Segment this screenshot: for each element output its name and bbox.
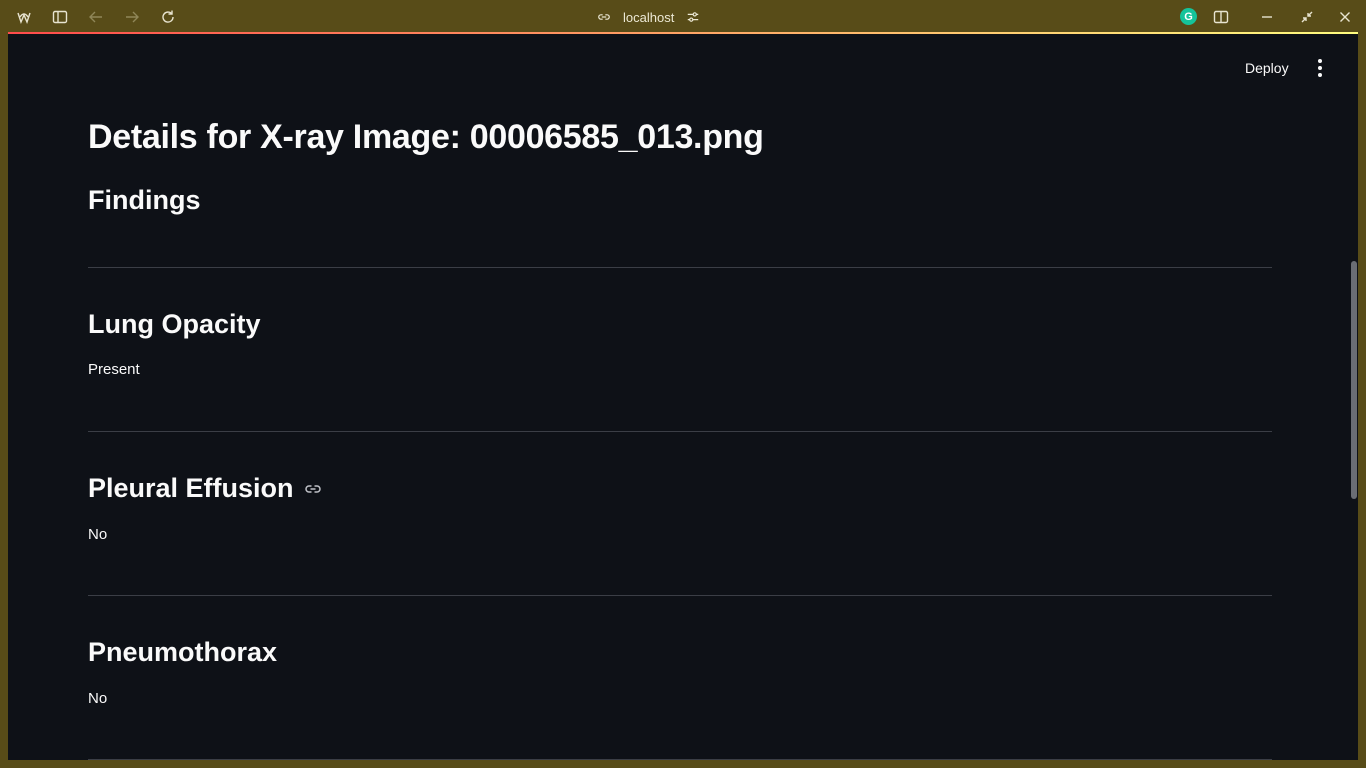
- divider: [88, 759, 1272, 760]
- header-decoration: [8, 32, 1358, 34]
- finding-value-pleural-effusion: No: [88, 526, 108, 543]
- deploy-button[interactable]: Deploy: [1239, 56, 1295, 80]
- finding-name: Pleural Effusion: [88, 473, 294, 503]
- divider: [88, 431, 1272, 432]
- finding-value-lung-opacity: Present: [88, 361, 140, 378]
- divider: [88, 595, 1272, 596]
- streamlit-app: Deploy Details for X-ray Image: 00006585…: [8, 32, 1358, 760]
- address-bar[interactable]: localhost: [597, 5, 700, 29]
- minimize-icon[interactable]: [1255, 5, 1279, 29]
- more-vertical-icon[interactable]: [1310, 56, 1330, 80]
- back-icon[interactable]: [84, 5, 108, 29]
- divider: [88, 267, 1272, 268]
- app-logo-icon[interactable]: [12, 5, 36, 29]
- finding-value-pneumothorax: No: [88, 690, 108, 707]
- grammarly-extension-icon[interactable]: G: [1180, 8, 1197, 25]
- findings-heading: Findings: [88, 185, 201, 215]
- anchor-link-icon[interactable]: [304, 480, 322, 498]
- page-title: Details for X-ray Image: 00006585_013.pn…: [88, 118, 764, 156]
- url-text: localhost: [623, 9, 675, 25]
- split-view-icon[interactable]: [1209, 5, 1233, 29]
- vertical-scrollbar[interactable]: [1351, 261, 1357, 499]
- forward-icon[interactable]: [120, 5, 144, 29]
- reload-icon[interactable]: [156, 5, 180, 29]
- restore-icon[interactable]: [1295, 5, 1319, 29]
- sidebar-toggle-icon[interactable]: [48, 5, 72, 29]
- finding-title-pleural-effusion: Pleural Effusion: [88, 473, 322, 504]
- finding-name: Lung Opacity: [88, 309, 261, 339]
- browser-titlebar: localhost G: [0, 0, 1366, 33]
- close-icon[interactable]: [1333, 5, 1357, 29]
- link-icon: [597, 10, 611, 24]
- finding-title-pneumothorax: Pneumothorax: [88, 637, 277, 668]
- site-settings-icon[interactable]: [686, 10, 700, 24]
- finding-name: Pneumothorax: [88, 637, 278, 667]
- finding-title-lung-opacity: Lung Opacity: [88, 309, 261, 340]
